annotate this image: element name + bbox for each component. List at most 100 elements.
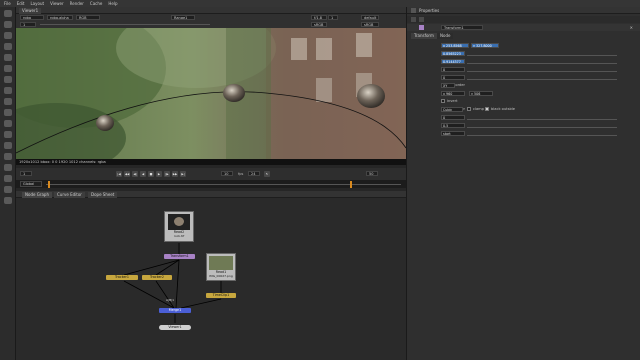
- clear-panels-icon[interactable]: [419, 17, 424, 22]
- furnace-tool-icon[interactable]: [4, 164, 12, 171]
- deep-tool-icon[interactable]: [4, 186, 12, 193]
- merge-tool-icon[interactable]: [4, 87, 12, 94]
- current-frame-field[interactable]: 1: [20, 171, 32, 176]
- transform1-node[interactable]: Transform1: [164, 254, 195, 259]
- node-graph[interactable]: Read2 rock.tif Transform1 Tracker1 Track…: [16, 198, 406, 360]
- format-b-dropdown[interactable]: sRGB: [361, 22, 379, 27]
- skew-x-slider[interactable]: [467, 67, 617, 72]
- input-dropdown[interactable]: Range1: [171, 15, 195, 20]
- close-icon[interactable]: ✕: [630, 25, 633, 30]
- channel-tool-icon[interactable]: [4, 43, 12, 50]
- rotate-slider[interactable]: [467, 51, 617, 56]
- shutter-offset-slider[interactable]: [467, 131, 617, 136]
- tab-transform[interactable]: Transform: [411, 33, 437, 39]
- fps-field[interactable]: 24: [248, 171, 260, 176]
- time-tool-icon[interactable]: [4, 32, 12, 39]
- viewer-image: [16, 28, 406, 159]
- menu-help[interactable]: Help: [108, 1, 117, 6]
- goto-start-icon[interactable]: |◀: [116, 171, 122, 177]
- other-tool-icon[interactable]: [4, 153, 12, 160]
- shutter-field[interactable]: 0.5: [441, 123, 465, 128]
- motionblur-slider[interactable]: [467, 115, 617, 120]
- menu-viewer[interactable]: Viewer: [50, 1, 64, 6]
- goto-end-icon[interactable]: ▶|: [180, 171, 186, 177]
- views-tool-icon[interactable]: [4, 120, 12, 127]
- transport-controls: 1 |◀ ◀◀ ◀| ◀ ■ ▶ |▶ ▶▶ ▶| 10 fps 24 ↻ 50: [16, 168, 406, 180]
- channels-dropdown[interactable]: rgba: [20, 15, 44, 20]
- frame-a-dropdown[interactable]: 1: [328, 15, 338, 20]
- play-forward-icon[interactable]: ▶: [156, 171, 162, 177]
- gain-slider[interactable]: [40, 24, 210, 25]
- play-backward-icon[interactable]: ◀: [140, 171, 146, 177]
- colorspace-dropdown[interactable]: RGB: [76, 15, 100, 20]
- skew-y-slider[interactable]: [467, 75, 617, 80]
- shutter-offset-dropdown[interactable]: start: [441, 131, 465, 136]
- metadata-tool-icon[interactable]: [4, 131, 12, 138]
- menu-file[interactable]: File: [4, 1, 11, 6]
- menu-layout[interactable]: Layout: [30, 1, 44, 6]
- tracker1-node[interactable]: Tracker1: [106, 275, 138, 280]
- draw-tool-icon[interactable]: [4, 21, 12, 28]
- settings-tool-icon[interactable]: [4, 197, 12, 204]
- timeline-track[interactable]: [46, 184, 401, 185]
- center-y-field[interactable]: y 506: [469, 91, 493, 96]
- color-tool-icon[interactable]: [4, 54, 12, 61]
- toolsets-tool-icon[interactable]: [4, 142, 12, 149]
- black-outside-checkbox[interactable]: [485, 107, 489, 111]
- timeclip1-node[interactable]: TimeClip1: [206, 293, 236, 298]
- image-tool-icon[interactable]: [4, 10, 12, 17]
- filter-dropdown[interactable]: Cubic: [441, 107, 463, 112]
- gain-field[interactable]: 1: [20, 22, 36, 27]
- scale-slider[interactable]: [467, 59, 617, 64]
- prev-keyframe-icon[interactable]: ◀◀: [124, 171, 130, 177]
- skew-y-field[interactable]: 0: [441, 75, 465, 80]
- viewer1-node[interactable]: Viewer1: [159, 325, 191, 330]
- read1-node[interactable]: Read1 IMG_00027.png: [206, 253, 236, 281]
- playback-range-dropdown[interactable]: Global: [20, 181, 42, 187]
- menu-cache[interactable]: Cache: [90, 1, 102, 6]
- lock-icon[interactable]: [411, 17, 416, 22]
- format-a-dropdown[interactable]: default: [361, 15, 379, 20]
- merge-inputs-label: A|B|1: [166, 298, 175, 302]
- range-end-field[interactable]: 50: [366, 171, 378, 176]
- step-field[interactable]: 10: [221, 171, 233, 176]
- translate-x-field[interactable]: x 253.8568: [441, 43, 469, 48]
- node-color-swatch[interactable]: [419, 25, 424, 30]
- step-forward-icon[interactable]: |▶: [164, 171, 170, 177]
- next-keyframe-icon[interactable]: ▶▶: [172, 171, 178, 177]
- playhead[interactable]: [48, 181, 50, 188]
- filter-tool-icon[interactable]: [4, 65, 12, 72]
- read2-thumbnail: [168, 214, 190, 230]
- keyer-tool-icon[interactable]: [4, 76, 12, 83]
- skew-order-dropdown[interactable]: XY: [441, 83, 455, 88]
- stop-icon[interactable]: ■: [148, 171, 154, 177]
- node-name-field[interactable]: Transform1: [441, 25, 483, 30]
- viewer-canvas[interactable]: [16, 28, 406, 159]
- layer-dropdown[interactable]: rgba.alpha: [47, 15, 73, 20]
- shutter-slider[interactable]: [467, 123, 617, 128]
- menu-render[interactable]: Render: [70, 1, 84, 6]
- transform-tool-icon[interactable]: [4, 98, 12, 105]
- clamp-checkbox[interactable]: [467, 107, 471, 111]
- clamp-label: clamp: [473, 107, 484, 111]
- lut-dropdown[interactable]: sRGB: [311, 22, 327, 27]
- step-back-icon[interactable]: ◀|: [132, 171, 138, 177]
- merge1-node[interactable]: Merge1: [159, 308, 191, 313]
- motionblur-field[interactable]: 0: [441, 115, 465, 120]
- timeline[interactable]: Global: [16, 180, 406, 188]
- skew-x-field[interactable]: 0: [441, 67, 465, 72]
- zoom-dropdown[interactable]: f/1.8: [311, 15, 327, 20]
- invert-label: invert: [447, 99, 458, 103]
- translate-y-field[interactable]: y 327.8000: [471, 43, 499, 48]
- tracker2-node[interactable]: Tracker2: [142, 275, 172, 280]
- read2-node[interactable]: Read2 rock.tif: [164, 211, 194, 242]
- loop-icon[interactable]: ↻: [264, 171, 270, 177]
- center-x-field[interactable]: x 960: [441, 91, 465, 96]
- rotate-field[interactable]: 0.8565223: [441, 51, 465, 56]
- scale-field[interactable]: 0.9144377: [441, 59, 465, 64]
- 3d-tool-icon[interactable]: [4, 109, 12, 116]
- tab-node[interactable]: Node: [437, 33, 454, 39]
- particles-tool-icon[interactable]: [4, 175, 12, 182]
- menu-edit[interactable]: Edit: [17, 1, 25, 6]
- invert-checkbox[interactable]: [441, 99, 445, 103]
